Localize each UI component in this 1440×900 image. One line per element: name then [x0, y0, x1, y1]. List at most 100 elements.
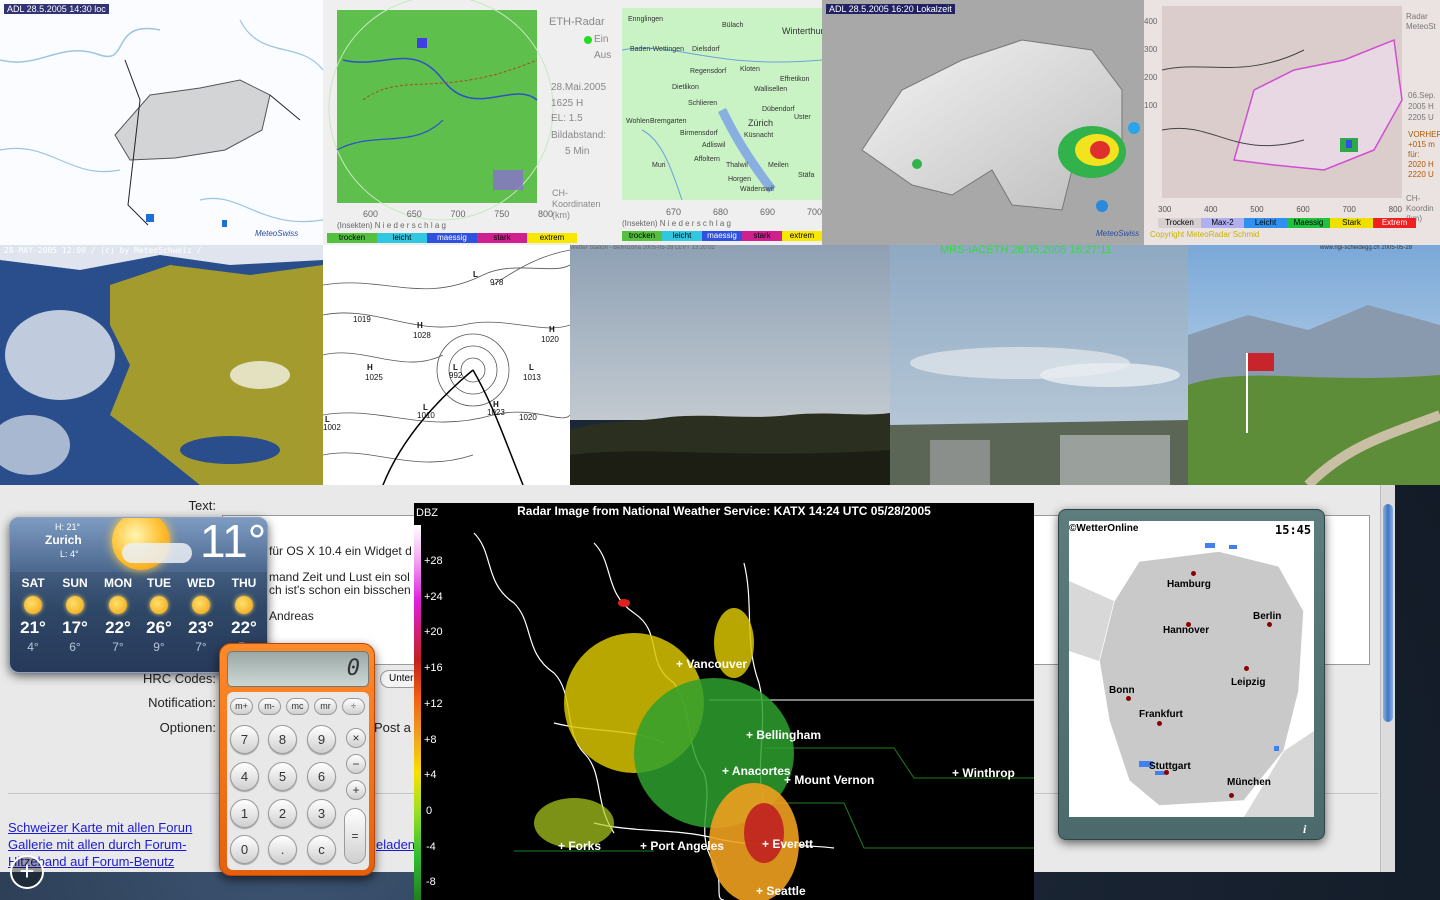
- link-tail[interactable]: eladen: [376, 837, 415, 852]
- meteoswiss-logo: MeteoSwiss: [255, 229, 299, 238]
- webcam-treeline: [570, 413, 890, 485]
- options-value[interactable]: Post a: [374, 720, 411, 735]
- body-line: für OS X 10.4 ein Widget d: [269, 544, 412, 558]
- city-label: München: [1227, 777, 1271, 788]
- add-widget-button[interactable]: +: [10, 855, 44, 889]
- plus-button[interactable]: +: [346, 780, 366, 800]
- tile-webcam-rigi[interactable]: www.rigi-scheidegg.ch 2005-05-28: [1188, 245, 1440, 485]
- webcam3-caption: www.rigi-scheidegg.ch 2005-05-28: [1320, 245, 1413, 251]
- city-label: Berlin: [1253, 611, 1282, 622]
- map-caption: ADL 28.5.2005 14:30 loc: [4, 4, 109, 14]
- cloud-icon: [122, 543, 192, 563]
- map-caption-2: ADL 28.5.2005 16:20 Lokalzeit: [826, 4, 955, 14]
- eth-el: EL: 1.5: [551, 113, 583, 124]
- forecast-day: SAT 21° 4°: [20, 576, 46, 654]
- satellite-caption: 28-MAY-2005 12:00 / (c) by MeteoSchweiz …: [4, 246, 202, 255]
- multiply-button[interactable]: ×: [346, 728, 366, 748]
- minus-button[interactable]: −: [346, 754, 366, 774]
- digit-4-button[interactable]: 4: [230, 762, 259, 791]
- radar-echo-map: [473, 532, 1034, 900]
- sun-icon: [150, 596, 168, 614]
- tile-pressure-chart[interactable]: L 978 1019 H 1028 H 1020 H 1025 L 992 L …: [323, 245, 570, 485]
- tile-swiss-radar-1[interactable]: ADL 28.5.2005 14:30 loc MeteoSwiss: [0, 0, 323, 245]
- germany-map: [1069, 521, 1314, 817]
- tile-satellite[interactable]: 28-MAY-2005 12:00 / (c) by MeteoSchweiz …: [0, 245, 323, 485]
- body-line: ch ist's schon ein bisschen: [269, 583, 411, 597]
- calculator-keypad: m+ m- mc mr ÷ 7 8 9 × 4 5 6 − + 1 2 3 0 …: [227, 692, 369, 870]
- city-dot: [1244, 666, 1249, 671]
- info-icon[interactable]: i: [1303, 822, 1306, 837]
- webcam2-landscape: [890, 347, 1188, 485]
- digit-0-button[interactable]: 0: [230, 835, 259, 864]
- eth-off[interactable]: Aus: [594, 50, 611, 61]
- tile-eth-radar[interactable]: ETH-Radar Ein Aus 28.Mai.2005 1625 H EL:…: [323, 0, 622, 245]
- sun-icon: [109, 596, 127, 614]
- hrc-label: HRC Codes:: [143, 671, 216, 686]
- equals-button[interactable]: =: [344, 808, 366, 864]
- wetteronline-brand[interactable]: ©WetterOnline: [1069, 523, 1138, 534]
- tile-swiss-radar-2[interactable]: ADL 28.5.2005 16:20 Lokalzeit MeteoSwiss: [822, 0, 1144, 245]
- tile-webcam-bellinzona[interactable]: Wetter Station - Bellinzona 2005-05-28 L…: [570, 245, 890, 485]
- link-gallery[interactable]: Gallerie mit allen durch Forum-: [8, 837, 186, 852]
- meteoradar-side-mid: 06.Sep. 2005 H 2205 U: [1408, 91, 1436, 122]
- body-line: Andreas: [269, 609, 314, 623]
- tile-zurich-radar[interactable]: Ennglingen Bülach Winterthur Baden-Wetti…: [622, 0, 822, 245]
- zurich-place-labels: Ennglingen Bülach Winterthur Baden-Wetti…: [626, 16, 822, 193]
- eth-date: 28.Mai.2005: [551, 82, 607, 93]
- notification-label: Notification:: [148, 695, 216, 710]
- webcam3-landscape: [1188, 305, 1440, 485]
- calculator-widget[interactable]: 0 m+ m- mc mr ÷ 7 8 9 × 4 5 6 − + 1 2 3 …: [219, 643, 375, 876]
- radar-city-label: + Bellingham: [746, 728, 822, 742]
- memory-recall-button[interactable]: mr: [314, 698, 337, 715]
- city-dot: [1157, 721, 1162, 726]
- wetteronline-time: 15:45: [1275, 523, 1312, 537]
- forecast-day: WED 23° 7°: [187, 576, 215, 654]
- sun-icon: [235, 596, 253, 614]
- on-indicator-icon: [584, 36, 592, 44]
- memory-add-button[interactable]: m+: [230, 698, 253, 715]
- eth-interval-label: Bildabstand:: [551, 130, 607, 141]
- eth-ticks: 600 650 700 750 800: [363, 209, 553, 219]
- eth-title: ETH-Radar: [549, 16, 605, 28]
- digit-3-button[interactable]: 3: [307, 799, 336, 828]
- memory-clear-button[interactable]: mc: [286, 698, 309, 715]
- radar-city-label: + Forks: [558, 839, 602, 853]
- forecast-day: SUN 17° 6°: [62, 576, 88, 654]
- clear-button[interactable]: c: [307, 835, 336, 864]
- city-dot: [1229, 793, 1234, 798]
- current-temp: 11°: [200, 517, 267, 567]
- digit-2-button[interactable]: 2: [268, 799, 297, 828]
- scroll-thumb[interactable]: [1383, 504, 1393, 722]
- text-label: Text:: [188, 498, 216, 513]
- tile-webcam-iaceth[interactable]: MRS-IACETH 28.05.2005 16:27:11: [890, 245, 1188, 485]
- meteoradar-ticks: 300 400 500 600 700 800: [1158, 205, 1402, 214]
- link-swiss-map[interactable]: Schweizer Karte mit allen Forun: [8, 820, 192, 835]
- wetteronline-widget[interactable]: ©WetterOnline 15:45 Hamburg Hannover Ber…: [1058, 509, 1325, 840]
- tile-meteoradar[interactable]: 400 300 200 100 Radar MeteoSt 06.Sep. 2005 …: [1144, 0, 1440, 245]
- divide-button[interactable]: ÷: [342, 698, 365, 715]
- sun-icon: [66, 596, 84, 614]
- digit-6-button[interactable]: 6: [307, 762, 336, 791]
- zurich-ticks: 670 680 690 700: [666, 207, 822, 217]
- eth-axis-label: (Insekten) N i e d e r s c h l a g: [337, 221, 446, 230]
- meteoradar-side-fc: VORHER +015 m für: 2020 H 2220 U: [1408, 130, 1440, 179]
- digit-8-button[interactable]: 8: [268, 725, 297, 754]
- eth-interval-value: 5 Min: [565, 146, 590, 157]
- calculator-display: 0: [227, 651, 369, 687]
- city-label: Hannover: [1163, 625, 1210, 636]
- digit-5-button[interactable]: 5: [268, 762, 297, 791]
- digit-1-button[interactable]: 1: [230, 799, 259, 828]
- decimal-button[interactable]: .: [268, 835, 297, 864]
- city-dot: [1267, 622, 1272, 627]
- eth-on[interactable]: Ein: [594, 34, 608, 45]
- nws-radar-widget[interactable]: Radar Image from National Weather Servic…: [414, 503, 1034, 900]
- city-label: Hamburg: [1167, 579, 1211, 590]
- pressure-labels: L 978 1019 H 1028 H 1020 H 1025 L 992 L …: [323, 270, 559, 432]
- zurich-legend: trocken leicht maessig stark extrem: [622, 231, 822, 241]
- digit-7-button[interactable]: 7: [230, 725, 259, 754]
- memory-subtract-button[interactable]: m-: [258, 698, 281, 715]
- digit-9-button[interactable]: 9: [307, 725, 336, 754]
- radar-city-label: + Seattle: [756, 884, 806, 898]
- weather-city[interactable]: Zurich: [45, 533, 82, 547]
- browser-scrollbar[interactable]: [1380, 484, 1395, 872]
